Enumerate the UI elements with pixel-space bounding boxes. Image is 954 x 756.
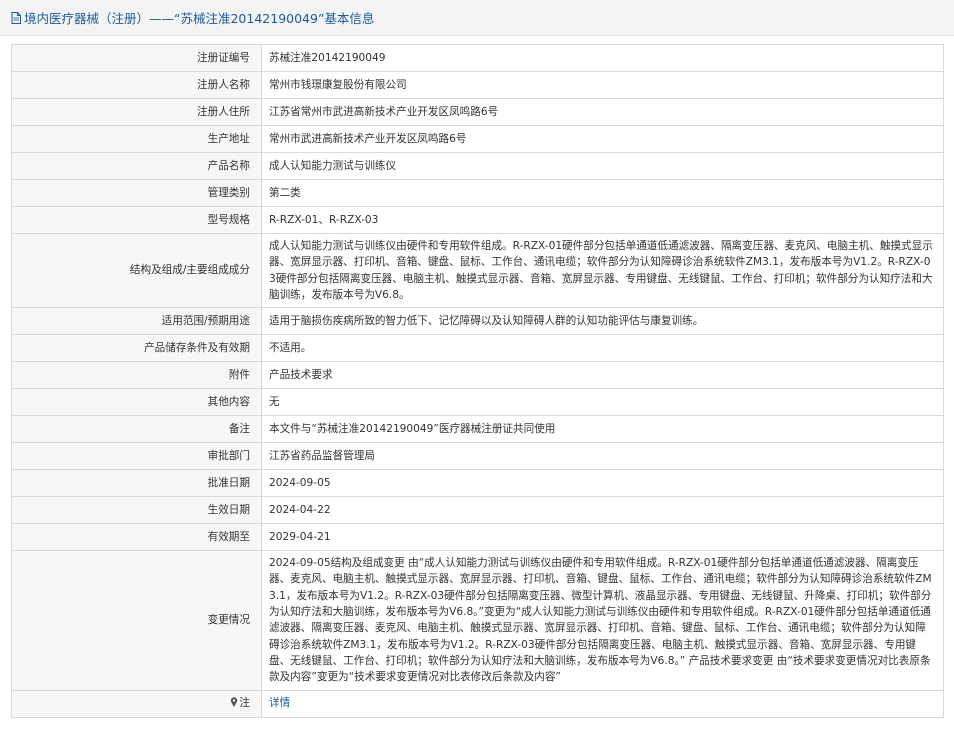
row-label: 管理类别 <box>11 179 262 207</box>
table-row: 注册人住所 江苏省常州市武进高新技术产业开发区凤鸣路6号 <box>11 98 944 126</box>
row-value: 2024-09-05结构及组成变更 由“成人认知能力测试与训练仪由硬件和专用软件… <box>261 550 944 691</box>
page-header: 境内医疗器械（注册）——“苏械注准20142190049”基本信息 <box>0 0 954 36</box>
note-label: 注 <box>239 697 250 710</box>
row-label: 其他内容 <box>11 388 262 417</box>
row-value: 2024-04-22 <box>261 496 944 525</box>
info-table: 注册证编号 苏械注准20142190049 注册人名称 常州市钱璟康复股份有限公… <box>11 44 944 718</box>
note-value-cell: 详情 <box>261 689 944 718</box>
row-label: 备注 <box>11 415 262 444</box>
row-label: 产品名称 <box>11 152 262 180</box>
row-label: 注册人住所 <box>11 98 262 126</box>
row-label: 审批部门 <box>11 442 262 471</box>
row-label: 附件 <box>11 361 262 390</box>
row-label: 产品储存条件及有效期 <box>11 334 262 363</box>
row-value: 不适用。 <box>261 334 944 363</box>
document-icon <box>11 11 21 24</box>
note-label-cell: 注 <box>11 689 262 718</box>
table-row: 附件 产品技术要求 <box>11 361 944 390</box>
row-label: 批准日期 <box>11 469 262 498</box>
page-title: 境内医疗器械（注册）——“苏械注准20142190049”基本信息 <box>24 11 375 26</box>
row-value: 江苏省药品监督管理局 <box>261 442 944 471</box>
row-value: 产品技术要求 <box>261 361 944 390</box>
table-row: 注 详情 <box>11 689 944 718</box>
row-value: 成人认知能力测试与训练仪 <box>261 152 944 180</box>
row-value: 苏械注准20142190049 <box>261 44 944 72</box>
row-value: 第二类 <box>261 179 944 207</box>
row-label: 生效日期 <box>11 496 262 525</box>
details-link[interactable]: 详情 <box>269 697 290 709</box>
row-label: 结构及组成/主要组成成分 <box>11 232 262 309</box>
table-row: 产品储存条件及有效期 不适用。 <box>11 334 944 363</box>
row-value: 2024-09-05 <box>261 469 944 498</box>
row-value: 2029-04-21 <box>261 523 944 552</box>
row-label: 变更情况 <box>11 550 262 691</box>
row-value: 江苏省常州市武进高新技术产业开发区凤鸣路6号 <box>261 98 944 126</box>
row-value: 无 <box>261 388 944 417</box>
table-row: 适用范围/预期用途 适用于脑损伤疾病所致的智力低下、记忆障碍以及认知障碍人群的认… <box>11 307 944 336</box>
row-value: 成人认知能力测试与训练仪由硬件和专用软件组成。R-RZX-01硬件部分包括单通道… <box>261 232 944 309</box>
table-row: 有效期至 2029-04-21 <box>11 523 944 552</box>
row-label: 生产地址 <box>11 125 262 153</box>
row-value: 常州市钱璟康复股份有限公司 <box>261 71 944 99</box>
row-label: 型号规格 <box>11 206 262 234</box>
row-label: 注册人名称 <box>11 71 262 99</box>
table-row: 备注 本文件与“苏械注准20142190049”医疗器械注册证共同使用 <box>11 415 944 444</box>
row-label: 注册证编号 <box>11 44 262 72</box>
table-row: 产品名称 成人认知能力测试与训练仪 <box>11 152 944 180</box>
row-label: 适用范围/预期用途 <box>11 307 262 336</box>
table-row: 审批部门 江苏省药品监督管理局 <box>11 442 944 471</box>
table-row: 其他内容 无 <box>11 388 944 417</box>
table-row: 注册人名称 常州市钱璟康复股份有限公司 <box>11 71 944 99</box>
table-row: 结构及组成/主要组成成分 成人认知能力测试与训练仪由硬件和专用软件组成。R-RZ… <box>11 232 944 309</box>
table-row: 批准日期 2024-09-05 <box>11 469 944 498</box>
row-value: 常州市武进高新技术产业开发区凤鸣路6号 <box>261 125 944 153</box>
row-value: 适用于脑损伤疾病所致的智力低下、记忆障碍以及认知障碍人群的认知功能评估与康复训练… <box>261 307 944 336</box>
table-row: 变更情况 2024-09-05结构及组成变更 由“成人认知能力测试与训练仪由硬件… <box>11 550 944 691</box>
row-value: R-RZX-01、R-RZX-03 <box>261 206 944 234</box>
table-row: 注册证编号 苏械注准20142190049 <box>11 44 944 72</box>
row-label: 有效期至 <box>11 523 262 552</box>
table-row: 生产地址 常州市武进高新技术产业开发区凤鸣路6号 <box>11 125 944 153</box>
table-row: 管理类别 第二类 <box>11 179 944 207</box>
location-pin-icon <box>231 697 238 708</box>
table-row: 生效日期 2024-04-22 <box>11 496 944 525</box>
table-row: 型号规格 R-RZX-01、R-RZX-03 <box>11 206 944 234</box>
row-value: 本文件与“苏械注准20142190049”医疗器械注册证共同使用 <box>261 415 944 444</box>
